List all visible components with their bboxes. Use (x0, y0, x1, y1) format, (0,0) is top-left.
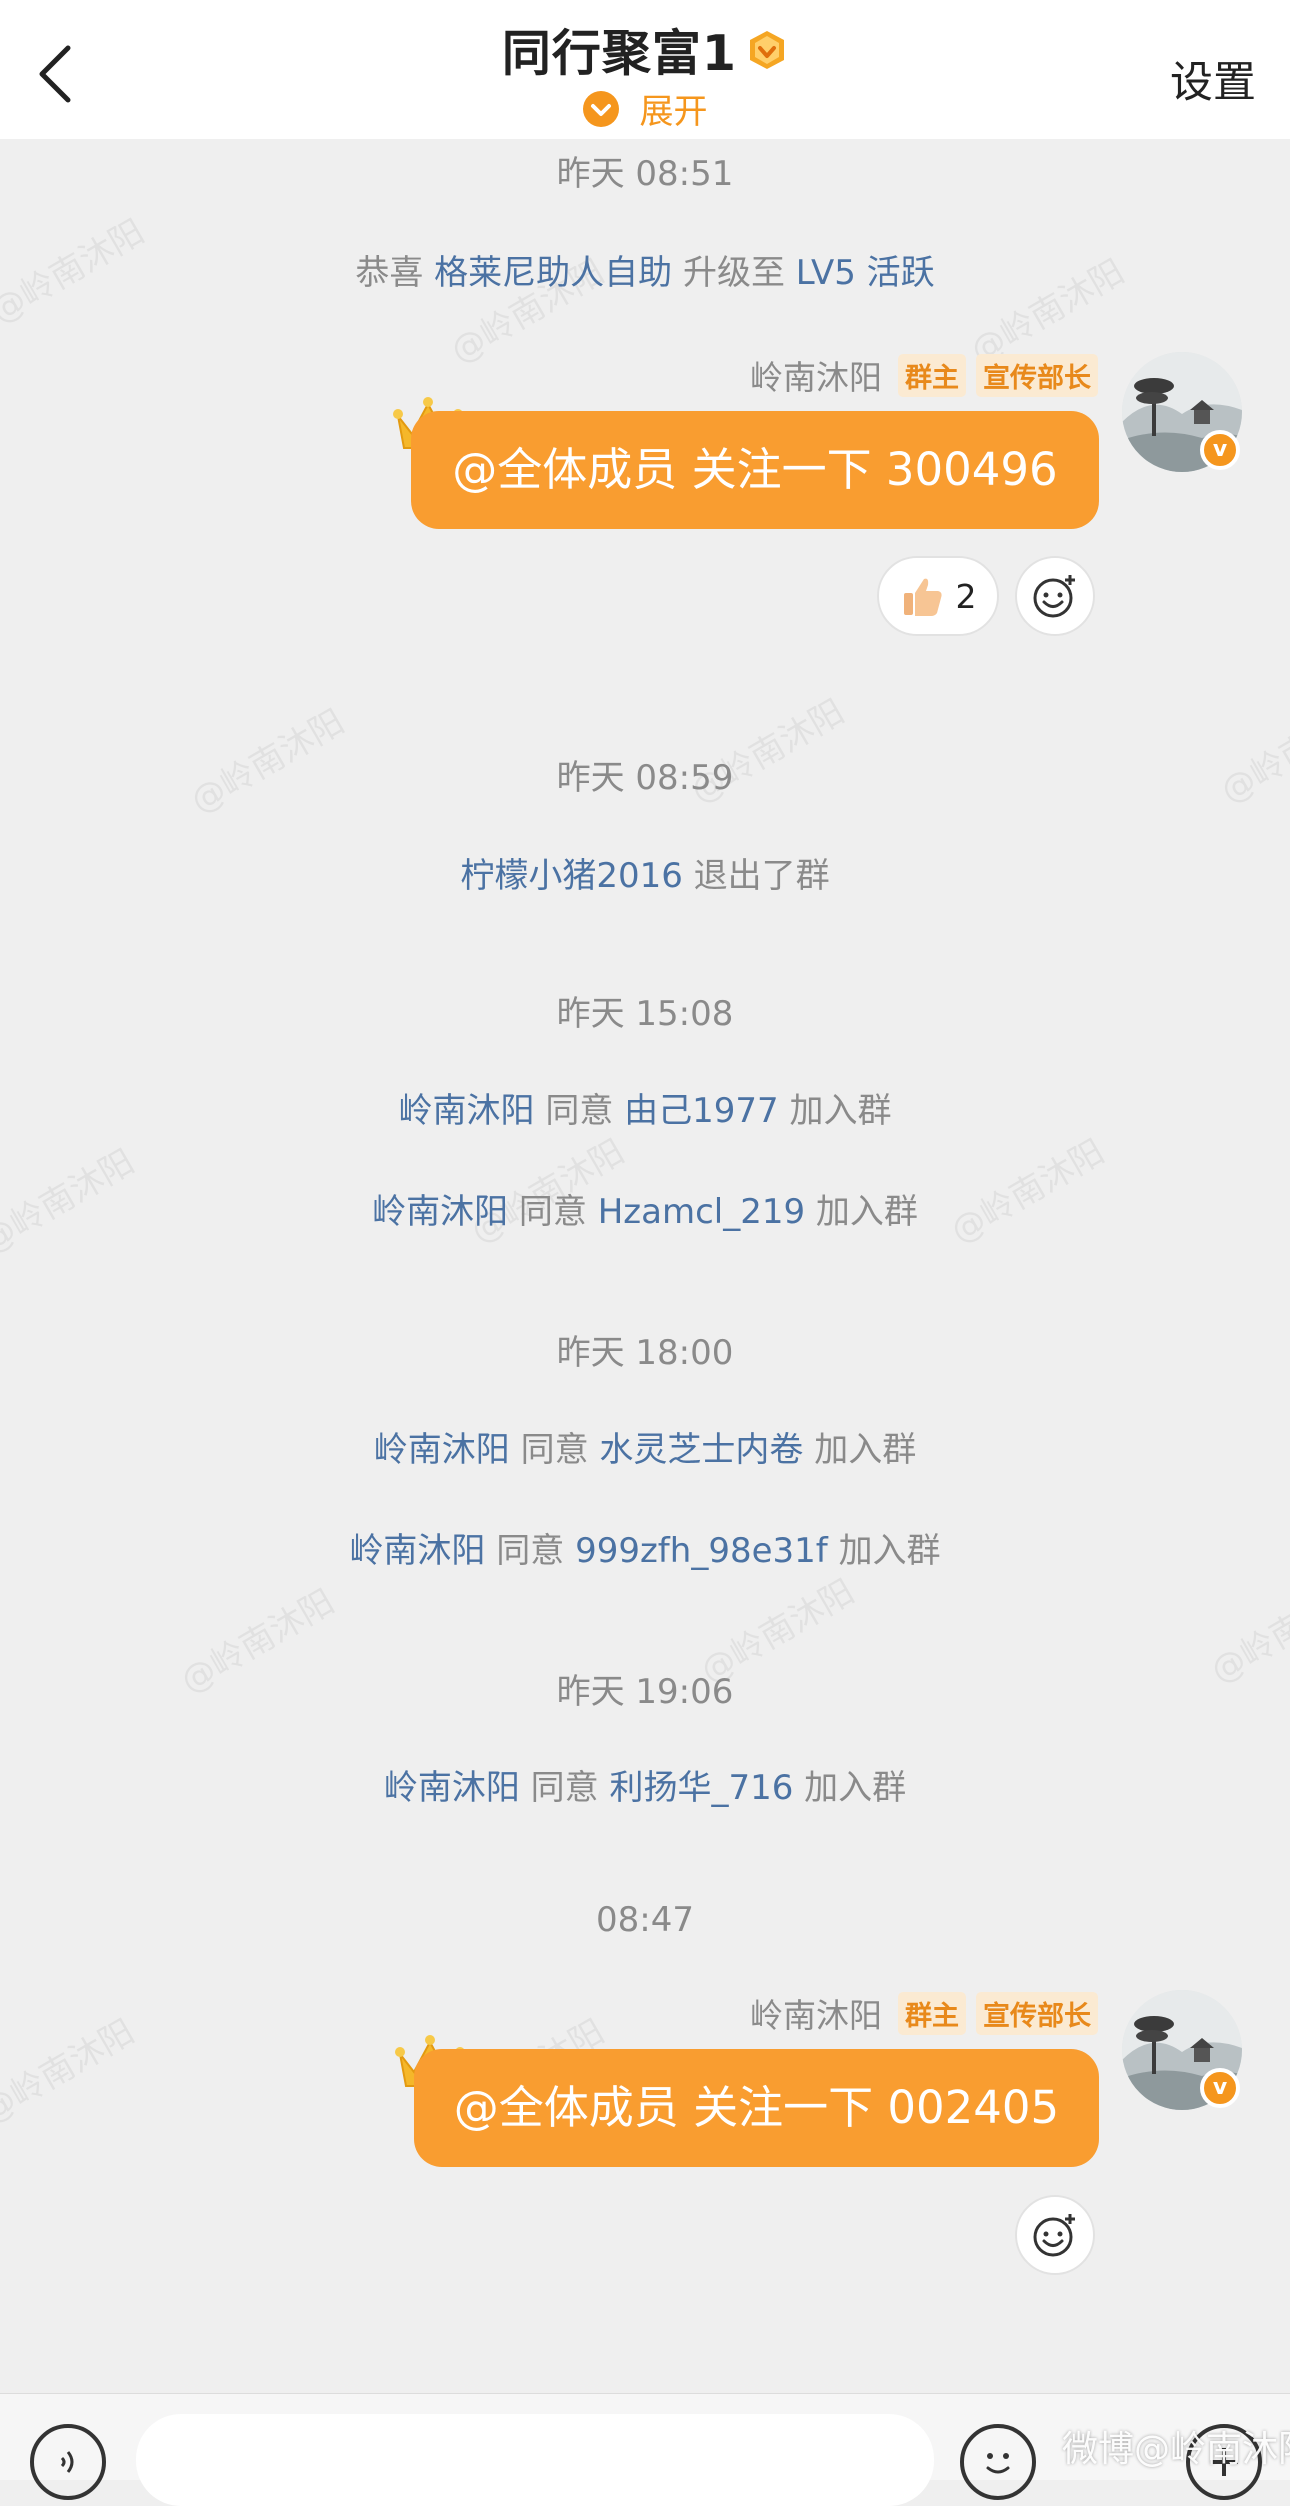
notice-text: 加入群 (804, 1768, 907, 1808)
notice-text: 恭喜 (355, 253, 424, 293)
thumbs-up-icon (903, 578, 942, 616)
admin-link[interactable]: 岭南沐阳 (374, 1430, 510, 1470)
user-link[interactable]: Hzamcl_219 (598, 1192, 805, 1232)
owner-badge: 群主 (898, 353, 966, 397)
notice-text: 同意 (518, 1192, 587, 1232)
system-notice-join: 岭南沐阳 同意 由己1977 加入群 (0, 1083, 1290, 1132)
group-title-row: 同行聚富1 (0, 14, 1290, 84)
add-reaction-button[interactable] (1015, 556, 1095, 636)
smiley-plus-icon (1033, 575, 1075, 618)
expand-label: 展开 (639, 92, 708, 132)
system-notice-join: 岭南沐阳 同意 Hzamcl_219 加入群 (0, 1184, 1290, 1233)
notice-text: 同意 (496, 1531, 565, 1571)
sender-row: 岭南沐阳 群主 宣传部长 (750, 1990, 1098, 2036)
weibo-watermark: 微博@岭南沐阳 (1062, 2429, 1290, 2470)
sender-name[interactable]: 岭南沐阳 (750, 1989, 882, 2037)
notice-text: 退出了群 (693, 856, 830, 896)
system-notice-join: 岭南沐阳 同意 利扬华_716 加入群 (0, 1760, 1290, 1809)
admin-link[interactable]: 岭南沐阳 (349, 1531, 485, 1571)
message-input[interactable] (136, 2414, 934, 2506)
admin-link[interactable]: 岭南沐阳 (399, 1091, 535, 1131)
role-badge: 宣传部长 (976, 1991, 1098, 2035)
sender-name[interactable]: 岭南沐阳 (750, 351, 882, 399)
notice-text: 同意 (545, 1091, 614, 1131)
message-bubble[interactable]: @全体成员 关注一下 300496 (411, 411, 1099, 529)
timestamp: 昨天 08:51 (556, 154, 734, 194)
verified-badge-icon: v (1200, 2068, 1240, 2108)
notice-text: 同意 (520, 1430, 589, 1470)
sender-row: 岭南沐阳 群主 宣传部长 (750, 352, 1098, 398)
notice-text: 加入群 (838, 1531, 941, 1571)
user-link[interactable]: 柠檬小猪2016 (460, 856, 683, 896)
notice-text: 同意 (530, 1768, 599, 1808)
level-link[interactable]: LV5 活跃 (796, 253, 935, 293)
role-badge: 宣传部长 (976, 353, 1098, 397)
user-link[interactable]: 格莱尼助人自助 (434, 253, 672, 293)
verified-badge-icon: v (1200, 430, 1240, 470)
notice-text: 加入群 (814, 1430, 917, 1470)
system-notice-level-up: 恭喜 格莱尼助人自助 升级至 LV5 活跃 (0, 245, 1290, 294)
user-link[interactable]: 由己1977 (624, 1091, 779, 1131)
message-group-2: 岭南沐阳 群主 宣传部长 v @全体成员 关注一下 002405 (0, 1990, 1290, 2275)
verified-group-icon (750, 30, 785, 69)
smiley-icon (986, 2453, 1010, 2474)
admin-link[interactable]: 岭南沐阳 (372, 1192, 508, 1232)
system-notice-exit: 柠檬小猪2016 退出了群 (0, 848, 1290, 897)
user-link[interactable]: 999zfh_98e31f (575, 1531, 828, 1571)
emoji-button[interactable] (960, 2424, 1036, 2500)
message-bubble[interactable]: @全体成员 关注一下 002405 (414, 2049, 1099, 2167)
chat-header: 同行聚富1 展开 设置 (0, 0, 1290, 139)
timestamp: 昨天 18:00 (556, 1333, 734, 1373)
voice-input-button[interactable] (30, 2424, 106, 2500)
notice-text: 加入群 (789, 1091, 892, 1131)
expand-toggle[interactable]: 展开 (0, 84, 1290, 132)
chevron-down-icon (583, 90, 620, 127)
system-notice-join: 岭南沐阳 同意 水灵芝士内卷 加入群 (0, 1422, 1290, 1471)
add-reaction-button[interactable] (1015, 2195, 1095, 2275)
notice-text: 升级至 (682, 253, 785, 293)
timestamp: 昨天 08:59 (556, 758, 734, 798)
system-notice-join: 岭南沐阳 同意 999zfh_98e31f 加入群 (0, 1523, 1290, 1572)
smiley-plus-icon (1033, 2214, 1075, 2257)
reaction-thumbs-up[interactable]: 2 (877, 556, 999, 636)
reaction-count: 2 (955, 576, 977, 616)
message-group-1: 岭南沐阳 群主 宣传部长 v @全体成员 关注一下 300496 2 (0, 352, 1290, 636)
owner-badge: 群主 (898, 1991, 966, 2035)
timestamp: 08:47 (596, 1900, 694, 1940)
user-link[interactable]: 水灵芝士内卷 (599, 1430, 803, 1470)
user-link[interactable]: 利扬华_716 (609, 1768, 793, 1808)
timestamp: 昨天 15:08 (556, 994, 734, 1034)
admin-link[interactable]: 岭南沐阳 (384, 1768, 520, 1808)
notice-text: 加入群 (815, 1192, 918, 1232)
group-title: 同行聚富1 (501, 25, 737, 82)
settings-button[interactable]: 设置 (1170, 48, 1256, 110)
voice-icon (60, 2451, 74, 2473)
timestamp: 昨天 19:06 (556, 1672, 734, 1712)
